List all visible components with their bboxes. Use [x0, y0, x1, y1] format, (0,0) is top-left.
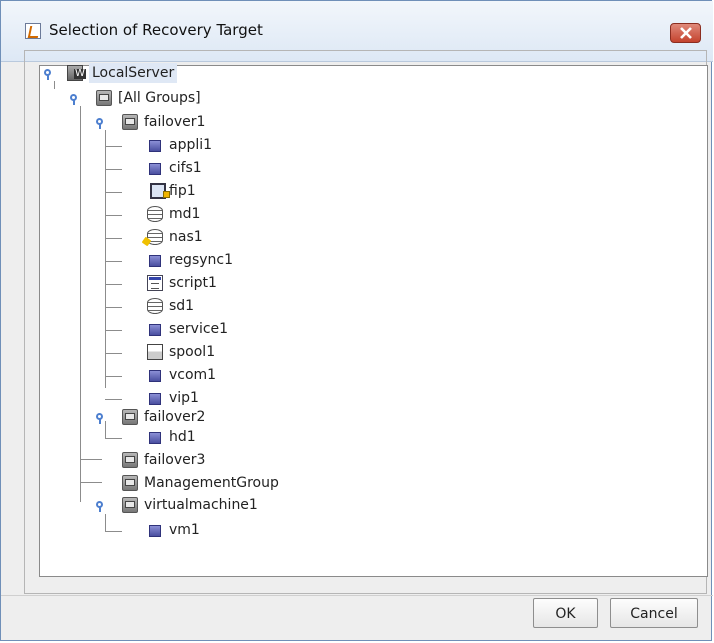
tree-line [80, 459, 102, 460]
dialog-title: Selection of Recovery Target [49, 21, 263, 39]
tree-line [105, 376, 122, 377]
java-icon [25, 23, 41, 39]
expand-toggle-icon[interactable] [95, 407, 109, 427]
group-icon [96, 90, 112, 106]
footer-separator [1, 595, 713, 596]
close-button[interactable] [670, 23, 701, 43]
group-icon [122, 114, 138, 130]
tree-line [80, 106, 81, 502]
tree-line [105, 307, 122, 308]
disk-icon [147, 206, 163, 222]
group-icon [122, 475, 138, 491]
group-icon [122, 409, 138, 425]
cancel-button[interactable]: Cancel [610, 598, 698, 628]
ok-button[interactable]: OK [533, 598, 598, 628]
tree-line [105, 169, 122, 170]
tree-line [105, 531, 122, 532]
disk-icon [147, 298, 163, 314]
expand-toggle-icon[interactable] [95, 112, 109, 132]
printer-icon [147, 344, 163, 360]
resource-icon [149, 140, 161, 152]
tree-line [105, 261, 122, 262]
nas-icon [147, 229, 163, 245]
resource-icon [149, 432, 161, 444]
resource-icon [149, 324, 161, 336]
resource-icon [149, 525, 161, 537]
fip-icon [150, 183, 170, 199]
tree-line [105, 514, 106, 532]
tree-line [105, 284, 122, 285]
group-icon [122, 452, 138, 468]
tree-line [105, 146, 122, 147]
expand-toggle-icon[interactable] [95, 495, 109, 515]
tree-line [105, 330, 122, 331]
tree-line [105, 192, 122, 193]
expand-toggle-icon[interactable] [69, 88, 83, 108]
tree-line [105, 353, 122, 354]
tree-line [105, 215, 122, 216]
tree-line [105, 238, 122, 239]
expand-toggle-icon[interactable] [43, 63, 57, 83]
tree-line [80, 482, 102, 483]
resource-icon [149, 393, 161, 405]
resource-icon [149, 163, 161, 175]
script-icon [147, 275, 163, 291]
recovery-target-dialog: Selection of Recovery Target LocalServer… [0, 0, 713, 641]
resource-icon [149, 255, 161, 267]
recovery-target-tree[interactable] [39, 65, 708, 577]
group-icon [122, 497, 138, 513]
tree-line [105, 399, 122, 400]
close-icon [679, 27, 692, 39]
tree-line [105, 438, 122, 439]
resource-icon [149, 370, 161, 382]
server-icon [67, 65, 86, 81]
